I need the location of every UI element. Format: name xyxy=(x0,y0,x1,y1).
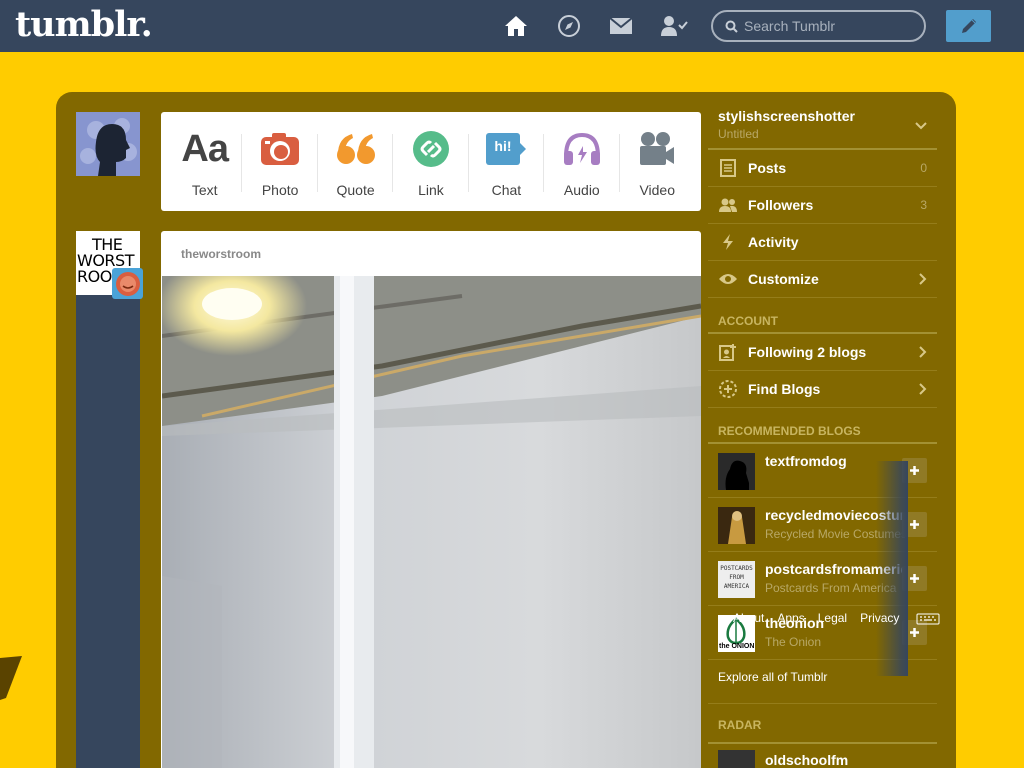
video-camera-icon xyxy=(637,128,677,170)
face-badge-icon xyxy=(115,271,140,296)
explore-compass-icon[interactable] xyxy=(556,13,582,39)
radar-item[interactable]: oldschoolfm xyxy=(708,744,937,768)
tumblr-logo[interactable]: tumblr. xyxy=(15,4,153,45)
recommended-overlay-shade xyxy=(876,461,908,676)
find-blogs-sparkle-icon xyxy=(718,379,738,399)
lightning-icon xyxy=(718,232,738,252)
post-type-chat[interactable]: hi! Chat xyxy=(469,112,545,211)
post-type-label: Audio xyxy=(563,182,600,198)
reblog-source-badge[interactable] xyxy=(112,268,143,299)
headphones-icon xyxy=(562,128,602,170)
eye-icon xyxy=(718,269,738,289)
post-type-audio[interactable]: Audio xyxy=(544,112,620,211)
pencil-icon xyxy=(961,19,976,33)
blog-thumbnail xyxy=(718,453,755,490)
account-user-icon[interactable] xyxy=(660,13,690,39)
blog-thumbnail xyxy=(718,750,755,768)
account-subtitle: Untitled xyxy=(718,127,759,141)
plus-icon xyxy=(910,574,919,583)
sidebar-item-followers[interactable]: Followers 3 xyxy=(708,187,937,224)
chevron-right-icon xyxy=(919,346,927,358)
post-type-link[interactable]: Link xyxy=(393,112,470,211)
blog-thumbnail: POSTCARDS FROM AMERICA xyxy=(718,561,755,598)
post-card: theworstroom xyxy=(161,231,701,768)
post-type-label: Text xyxy=(191,182,218,198)
keyboard-shortcuts-icon[interactable] xyxy=(916,612,940,630)
post-type-photo[interactable]: Photo xyxy=(242,112,319,211)
user-avatar[interactable] xyxy=(76,112,140,176)
post-type-label: Link xyxy=(418,182,444,198)
post-type-label: Video xyxy=(639,182,676,198)
post-type-text[interactable]: Aa Text xyxy=(167,112,243,211)
sidebar-item-following[interactable]: Following 2 blogs xyxy=(708,334,937,371)
footer-link-about[interactable]: About xyxy=(733,611,764,625)
following-add-icon xyxy=(718,342,738,362)
search-box[interactable] xyxy=(711,10,926,42)
footer-link-legal[interactable]: Legal xyxy=(818,611,847,625)
compose-post-button[interactable] xyxy=(946,10,991,42)
sidebar-item-activity[interactable]: Activity xyxy=(708,224,937,261)
sidebar-item-customize[interactable]: Customize xyxy=(708,261,937,298)
post-avatar-strip xyxy=(76,231,140,768)
search-input[interactable] xyxy=(744,18,914,34)
account-name: stylishscreenshotter xyxy=(718,108,855,124)
chevron-down-icon xyxy=(915,122,927,130)
plus-icon xyxy=(910,520,919,529)
post-type-label: Photo xyxy=(261,182,299,198)
followers-people-icon xyxy=(718,195,738,215)
footer-link-apps[interactable]: Apps xyxy=(777,611,804,625)
posts-count: 0 xyxy=(920,161,927,175)
search-icon xyxy=(725,20,738,33)
post-type-quote[interactable]: Quote xyxy=(318,112,394,211)
footer-link-privacy[interactable]: Privacy xyxy=(860,611,899,625)
sidebar-item-posts[interactable]: Posts 0 xyxy=(708,150,937,187)
link-chain-icon xyxy=(412,128,450,170)
post-type-label: Chat xyxy=(491,182,522,198)
home-icon[interactable] xyxy=(503,13,529,39)
recommended-section-title: RECOMMENDED BLOGS xyxy=(708,408,937,444)
camera-icon xyxy=(260,128,300,170)
post-type-label: Quote xyxy=(336,182,375,198)
chat-bubble-icon: hi! xyxy=(485,128,527,170)
account-section-title: ACCOUNT xyxy=(708,298,937,334)
footer-links: About Apps Legal Privacy xyxy=(733,611,912,625)
sidebar-item-find-blogs[interactable]: Find Blogs xyxy=(708,371,937,408)
chevron-right-icon xyxy=(919,273,927,285)
post-photo[interactable] xyxy=(162,276,701,768)
followers-count: 3 xyxy=(920,198,927,212)
post-type-video[interactable]: Video xyxy=(620,112,695,211)
blog-thumbnail xyxy=(718,507,755,544)
text-aa-icon: Aa xyxy=(181,127,229,170)
post-blog-name[interactable]: theworstroom xyxy=(161,231,701,276)
background-decoration xyxy=(0,656,24,705)
messages-envelope-icon[interactable] xyxy=(608,13,634,39)
document-icon xyxy=(718,158,738,178)
quote-marks-icon xyxy=(336,128,376,170)
silhouette-avatar-icon xyxy=(76,112,140,176)
plus-icon xyxy=(910,466,919,475)
radar-section-title: RADAR xyxy=(708,704,937,744)
top-header: tumblr. xyxy=(0,0,1024,52)
account-header[interactable]: stylishscreenshotter Untitled xyxy=(708,100,937,150)
post-type-bar: Aa Text Photo Quote Link hi! Chat Audio xyxy=(161,112,701,211)
chevron-right-icon xyxy=(919,383,927,395)
